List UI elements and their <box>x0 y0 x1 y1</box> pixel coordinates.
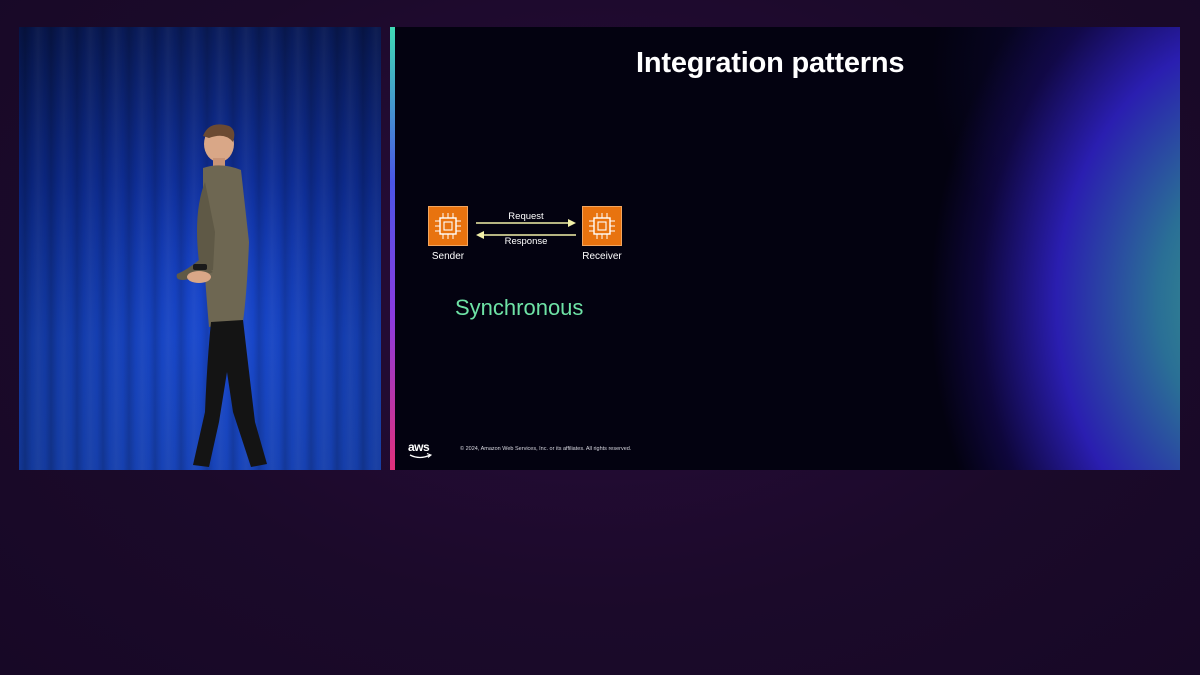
pattern-label: Synchronous <box>455 295 584 320</box>
receiver-compute-chip-icon <box>582 206 622 246</box>
copyright-notice: © 2024, Amazon Web Services, Inc. or its… <box>460 446 632 452</box>
presentation-slide: Integration patterns Sender Request Resp… <box>390 27 1180 470</box>
speaker-video-panel <box>19 27 381 470</box>
receiver-label: Receiver <box>582 251 622 262</box>
slide-accent-bar <box>390 27 395 470</box>
sender-label: Sender <box>431 251 465 262</box>
aws-logo: aws <box>408 440 436 460</box>
slide-title: Integration patterns <box>636 47 905 79</box>
request-label: Request <box>508 211 544 222</box>
sender-compute-chip-icon <box>428 206 468 246</box>
speaker-figure <box>176 124 267 467</box>
video-stage: Integration patterns Sender Request Resp… <box>0 0 1200 675</box>
response-label: Response <box>504 236 548 247</box>
